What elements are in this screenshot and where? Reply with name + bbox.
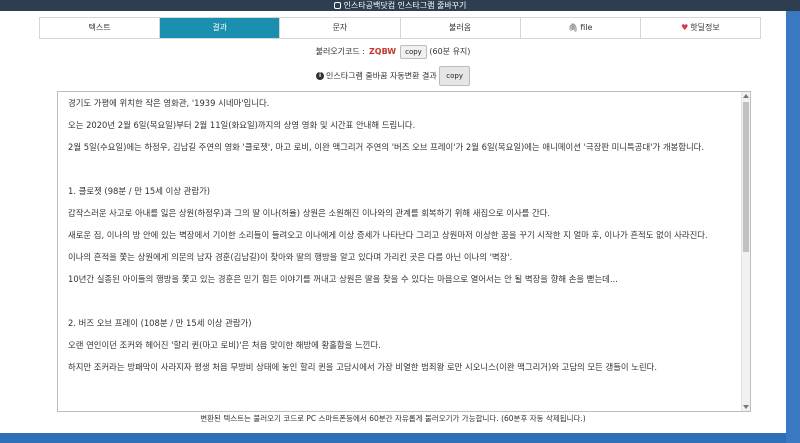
window-title-bar: 인스타공백닷컴 인스타그램 줄바꾸기: [0, 0, 800, 11]
paperclip-icon: 🖇: [568, 23, 579, 32]
footnote: 변환된 텍스트는 불러오기 코드로 PC 스마트폰등에서 60분간 자유롭게 불…: [200, 414, 586, 423]
tab-load[interactable]: 불러옴: [400, 18, 521, 38]
load-code-label: 불러오기코드 :: [315, 47, 365, 56]
load-code-note: (60분 유지): [429, 47, 471, 56]
text-paragraph: [68, 164, 736, 175]
scroll-thumb[interactable]: [743, 102, 749, 252]
heart-icon: ♥: [681, 23, 689, 32]
copy-result-button[interactable]: copy: [439, 66, 470, 86]
tab-chars[interactable]: 문자: [280, 18, 401, 38]
load-code-row: 불러오기코드 : ZQBW copy (60분 유지): [0, 44, 786, 60]
text-paragraph: 갑작스러운 사고로 아내를 잃은 상원(하정우)과 그의 딸 이나(허율) 상원…: [68, 208, 551, 218]
text-paragraph: 새로운 집, 이나의 방 안에 있는 벽장에서 기이한 소리들이 들려오고 이나…: [68, 230, 708, 240]
main-page: 텍스트 결과 문자 불러옴 🖇 file ♥ 핫딜정보 불러오기코드 : ZQBW co…: [0, 11, 786, 433]
tab-result[interactable]: 결과: [160, 18, 281, 38]
text-paragraph: 오랜 연인이던 조커와 헤어진 '할리 퀸(마고 로비)'은 처음 맞이한 해방…: [68, 340, 381, 350]
tab-text[interactable]: 텍스트: [40, 18, 161, 38]
tab-hotdeal[interactable]: ♥ 핫딜정보: [640, 18, 761, 38]
copy-code-button[interactable]: copy: [400, 44, 427, 59]
result-info-row: i 인스타그램 줄바꿈 자동변환 결과 copy: [0, 66, 786, 86]
text-paragraph: 하지만 조커라는 방패막이 사라지자 평생 처음 무방비 상태에 놓인 할리 퀸…: [68, 362, 658, 372]
result-info-label: 인스타그램 줄바꿈 자동변환 결과: [326, 71, 437, 81]
textarea-scrollbar[interactable]: [741, 92, 750, 411]
window-title: 인스타공백닷컴 인스타그램 줄바꾸기: [343, 1, 467, 10]
text-paragraph: 10년간 실종된 아이들의 행방을 쫓고 있는 경훈은 믿기 힘든 이야기를 꺼…: [68, 274, 618, 284]
tab-file[interactable]: 🖇 file: [520, 18, 641, 38]
text-paragraph: 오는 2020년 2월 6일(목요일)부터 2월 11일(화요일)까지의 상영 …: [68, 120, 416, 130]
taskbar: [0, 433, 786, 443]
page-scrollbar[interactable]: [786, 11, 800, 443]
text-paragraph: 이나의 흔적을 쫓는 상원에게 의문의 남자 경훈(김남길)이 찾아와 딸의 행…: [68, 252, 513, 262]
text-paragraph: 2. 버즈 오브 프레이 (108분 / 만 15세 이상 관람가): [68, 318, 252, 328]
tab-bar: 텍스트 결과 문자 불러옴 🖇 file ♥ 핫딜정보: [39, 17, 761, 39]
result-text: 경기도 가평에 위치한 작은 영화관, '1939 시네마'입니다. 오는 202…: [68, 98, 736, 384]
instagram-icon: [333, 2, 341, 9]
result-textarea[interactable]: 경기도 가평에 위치한 작은 영화관, '1939 시네마'입니다. 오는 202…: [57, 91, 751, 412]
load-code-value: ZQBW: [369, 47, 397, 56]
text-paragraph: 2월 5일(수요일)에는 하정우, 김남길 주연의 영화 '클로젯', 마고 로…: [68, 142, 705, 152]
info-icon: i: [316, 72, 325, 80]
scroll-down-icon[interactable]: [743, 405, 749, 409]
text-paragraph: 경기도 가평에 위치한 작은 영화관, '1939 시네마'입니다.: [68, 98, 270, 108]
scroll-up-icon[interactable]: [743, 94, 749, 98]
text-paragraph: [68, 296, 736, 307]
text-paragraph: 1. 클로젯 (98분 / 만 15세 이상 관람가): [68, 186, 211, 196]
